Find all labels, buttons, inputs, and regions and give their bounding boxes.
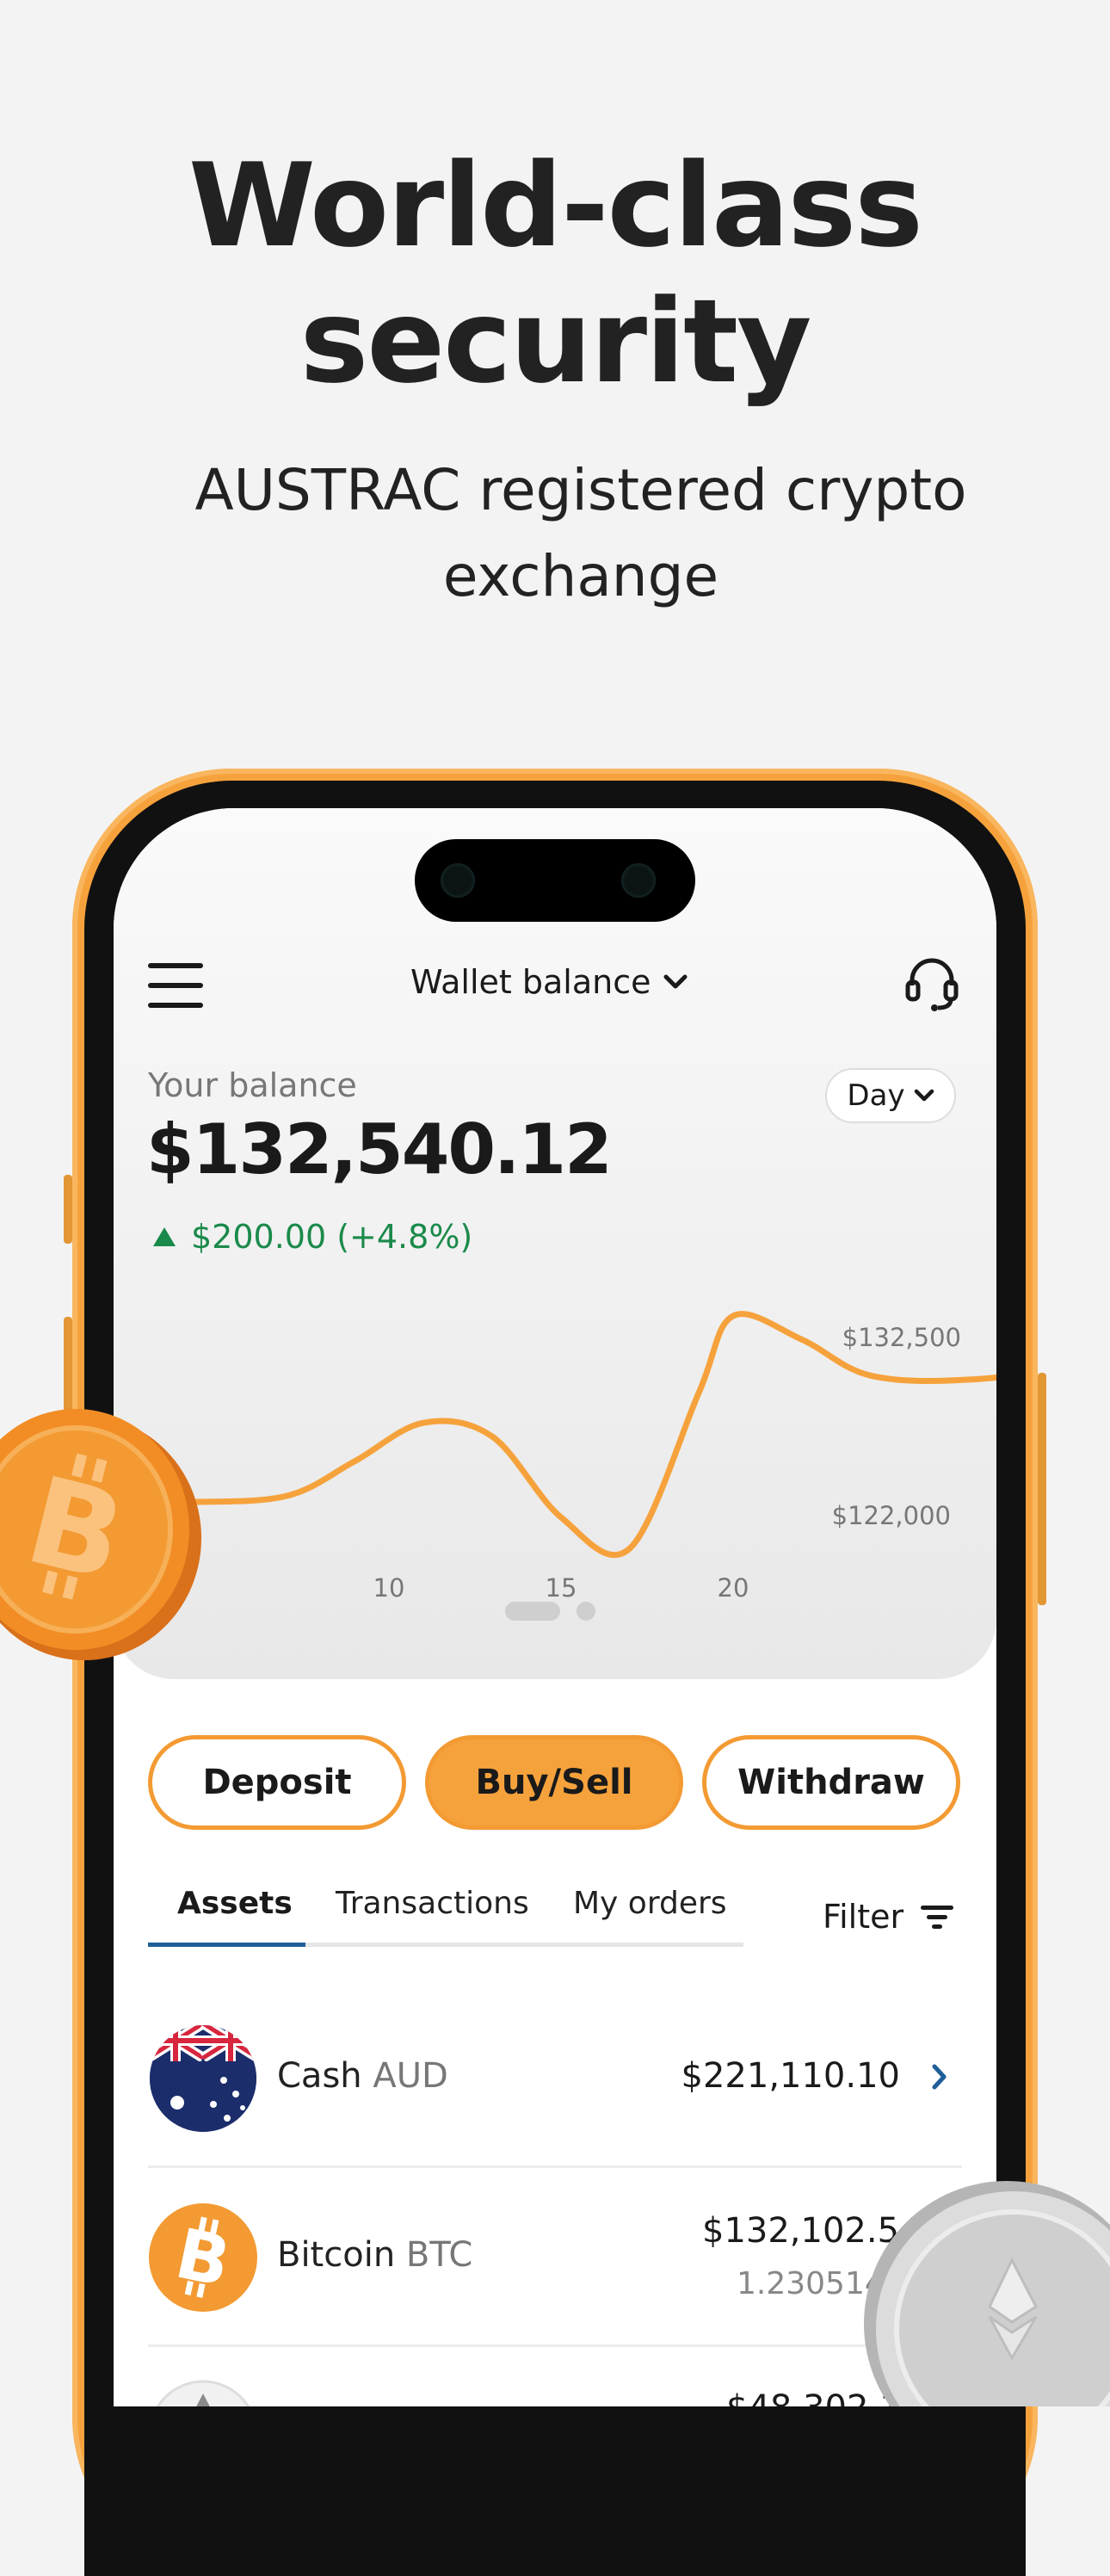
balance-change: $200.00 (+4.8%): [153, 1218, 472, 1256]
hero-title: World-class security: [0, 138, 1110, 410]
hero-subtitle: AUSTRAC registered crypto exchange: [129, 448, 1033, 620]
bitcoin-coin-icon: B: [0, 1409, 201, 1660]
withdraw-button[interactable]: Withdraw: [702, 1735, 960, 1830]
wallet-balance-title: Wallet balance: [410, 963, 651, 1001]
power-button: [1038, 1373, 1046, 1605]
hero-subtitle-line-1: AUSTRAC registered crypto: [194, 457, 967, 523]
sensor-icon: [621, 863, 656, 898]
balance-chart: $132,500 $122,000 10152031: [114, 1311, 996, 1600]
x-tick-label: 20: [718, 1573, 749, 1600]
headset-icon[interactable]: [903, 954, 960, 1011]
tab-transactions[interactable]: Transactions: [336, 1886, 529, 1921]
balance-change-value: $200.00 (+4.8%): [191, 1218, 473, 1256]
volume-up-button: [64, 1175, 72, 1244]
chevron-down-icon: [663, 974, 688, 989]
australian-flag-icon: [150, 2025, 256, 2132]
ethereum-icon: [156, 2380, 250, 2406]
y-tick-label: $122,000: [832, 1501, 951, 1530]
filter-lines-icon: [921, 1906, 954, 1929]
deposit-button[interactable]: Deposit: [148, 1735, 406, 1830]
x-tick-label: 15: [546, 1573, 577, 1600]
balance-label: Your balance: [148, 1066, 357, 1104]
hero-subtitle-line-2: exchange: [442, 543, 719, 609]
asset-name-cash: Cash AUD: [277, 2056, 448, 2096]
buy-sell-button[interactable]: Buy/Sell: [425, 1735, 683, 1830]
triangle-up-icon: [153, 1227, 176, 1246]
row-divider: [148, 2344, 962, 2347]
asset-value-cash: $221,110.10: [681, 2056, 900, 2096]
balance-amount: $132,540.12: [146, 1109, 613, 1189]
y-tick-label: $132,500: [842, 1323, 961, 1352]
ethereum-coin-icon: [864, 2181, 1110, 2406]
chevron-down-icon: [914, 1089, 934, 1102]
camera-lens-icon: [441, 863, 475, 898]
dynamic-island: [415, 839, 695, 922]
chevron-right-icon[interactable]: [931, 2063, 948, 2091]
period-label: Day: [847, 1078, 905, 1113]
filter-label: Filter: [823, 1898, 904, 1936]
hamburger-menu-icon[interactable]: [148, 963, 205, 1008]
hero-title-line-1: World-class: [188, 139, 923, 273]
wallet-balance-selector[interactable]: Wallet balance: [410, 963, 688, 1001]
filter-button[interactable]: Filter: [823, 1898, 954, 1936]
tab-my-orders[interactable]: My orders: [573, 1886, 727, 1921]
chart-page-dot[interactable]: [577, 1602, 595, 1621]
hero-title-line-2: security: [299, 275, 812, 409]
chart-page-dot-active[interactable]: [505, 1602, 560, 1621]
tab-active-indicator: [148, 1943, 305, 1947]
period-selector[interactable]: Day: [825, 1068, 956, 1123]
bitcoin-icon: B: [149, 2203, 257, 2312]
asset-name-bitcoin: Bitcoin BTC: [277, 2235, 472, 2275]
tab-assets[interactable]: Assets: [177, 1886, 293, 1921]
asset-code: AUD: [373, 2056, 448, 2096]
phone-screen: Wallet balance Your balance $132,540.12 …: [114, 808, 996, 2406]
x-tick-label: 10: [373, 1573, 405, 1600]
asset-code: BTC: [405, 2235, 473, 2275]
asset-name: Bitcoin: [277, 2235, 396, 2275]
asset-name: Cash: [277, 2056, 362, 2096]
